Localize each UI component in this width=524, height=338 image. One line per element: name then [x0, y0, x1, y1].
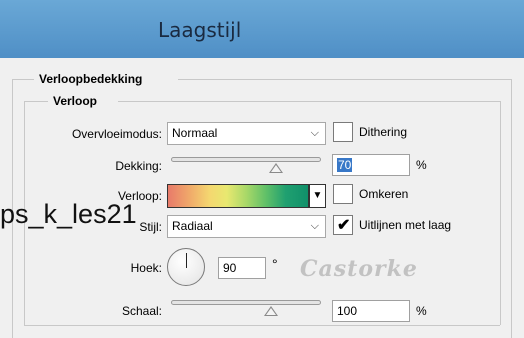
reverse-checkbox[interactable] — [333, 184, 353, 204]
opacity-slider-track[interactable] — [171, 157, 321, 162]
angle-dial-needle — [186, 253, 187, 268]
angle-dial[interactable] — [167, 248, 205, 286]
angle-unit: ° — [272, 256, 278, 272]
title-bar: Laagstijl — [0, 0, 524, 58]
outer-group-border-right — [511, 79, 512, 338]
blend-mode-select[interactable]: Normaal ⌵ — [167, 122, 326, 145]
blend-mode-label: Overvloeimodus: — [71, 127, 162, 141]
inner-group-border-right — [500, 101, 501, 325]
inner-group-title: Verloop — [50, 94, 101, 108]
scale-label: Schaal: — [121, 304, 162, 318]
angle-label: Hoek: — [130, 261, 162, 275]
scale-slider-thumb[interactable] — [264, 306, 278, 316]
scale-unit: % — [416, 304, 427, 318]
angle-value: 90 — [223, 261, 237, 275]
checkmark-icon: ✔ — [337, 217, 351, 234]
inner-group-line-left — [24, 101, 48, 102]
overlay-lesson-label: ps_k_les21 — [0, 199, 137, 229]
angle-input[interactable]: 90 — [218, 257, 266, 279]
inner-group-line-bottom — [24, 325, 500, 326]
triangle-down-icon: ▼ — [312, 190, 323, 201]
inner-group-line-right — [118, 101, 500, 102]
opacity-label: Dekking: — [115, 159, 162, 173]
gradient-preview[interactable] — [167, 184, 309, 208]
scale-input[interactable]: 100 — [332, 300, 410, 322]
chevron-down-icon: ⌵ — [310, 127, 319, 139]
reverse-label[interactable]: Omkeren — [359, 187, 408, 201]
scale-value: 100 — [337, 304, 358, 318]
blend-mode-value: Normaal — [172, 126, 218, 140]
outer-group-line-right — [178, 79, 512, 80]
opacity-input[interactable]: 70 — [332, 154, 410, 176]
opacity-slider-thumb[interactable] — [269, 163, 283, 173]
castorke-watermark: Castorke — [300, 256, 418, 282]
opacity-value: 70 — [337, 158, 353, 172]
align-layer-label[interactable]: Uitlijnen met laag — [359, 218, 451, 232]
style-value: Radiaal — [172, 219, 213, 233]
dithering-checkbox[interactable] — [333, 122, 353, 142]
opacity-unit: % — [416, 158, 427, 172]
dithering-label[interactable]: Dithering — [359, 125, 407, 139]
style-select[interactable]: Radiaal ⌵ — [167, 215, 326, 238]
outer-group-line-left — [12, 79, 34, 80]
scale-slider-track[interactable] — [171, 300, 321, 305]
chevron-down-icon: ⌵ — [310, 220, 319, 232]
gradient-dropdown-button[interactable]: ▼ — [309, 184, 326, 208]
outer-group-title: Verloopbedekking — [36, 72, 146, 86]
dialog-title: Laagstijl — [158, 18, 242, 42]
align-layer-checkbox[interactable]: ✔ — [333, 215, 353, 235]
